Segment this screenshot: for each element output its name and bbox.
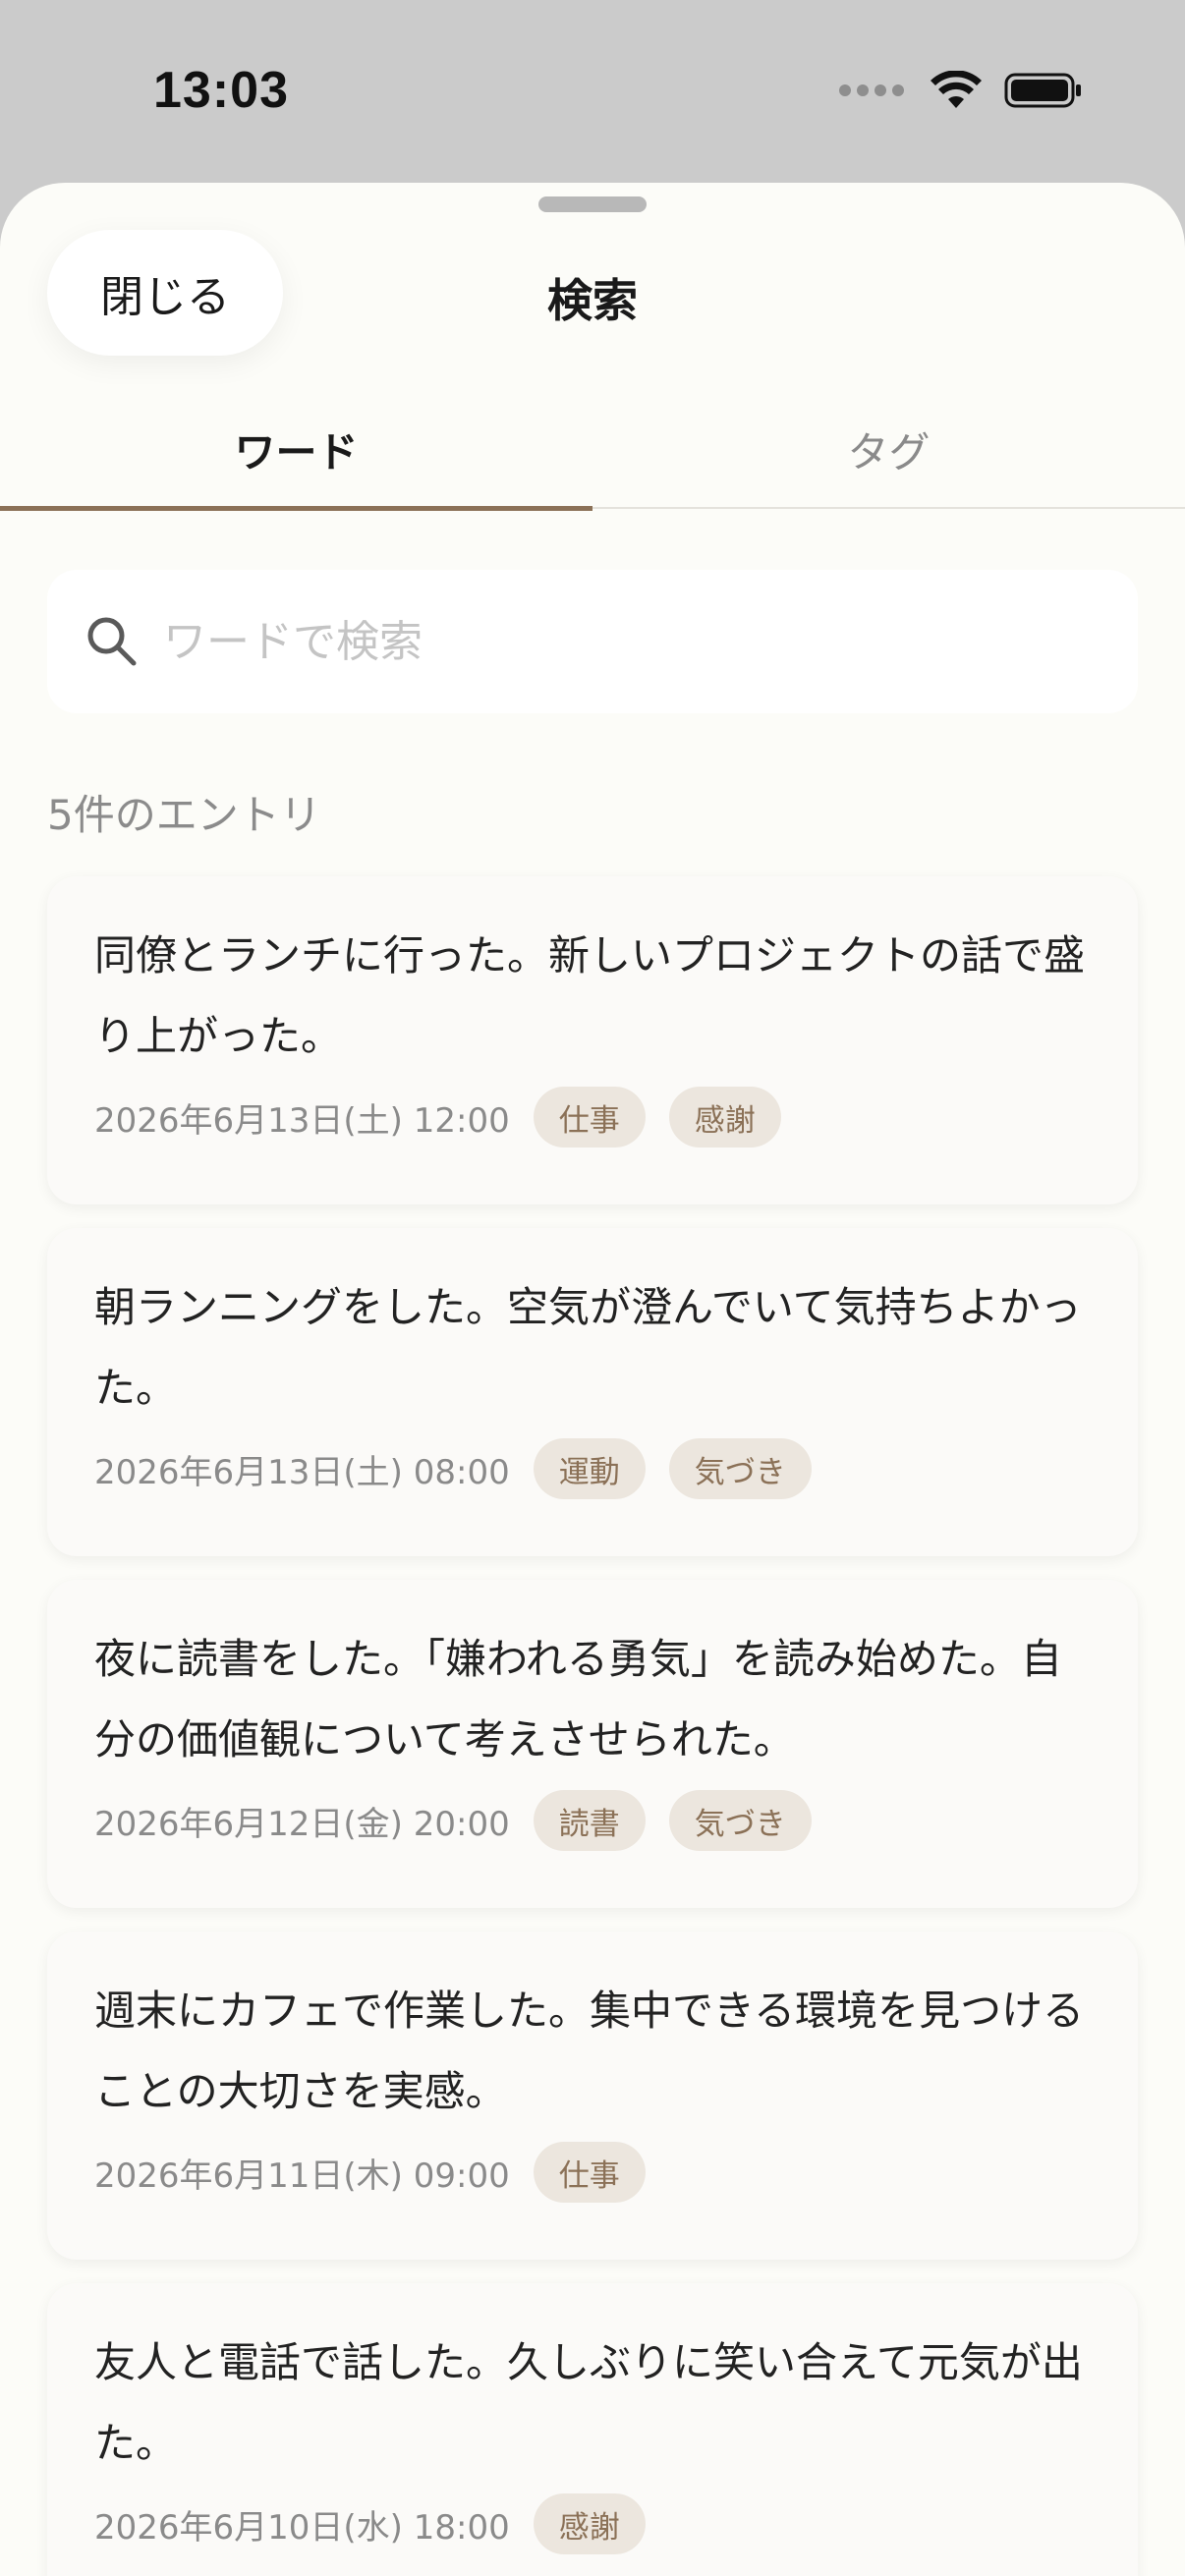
entry-meta: 2026年6月12日(金) 20:00 読書 気づき: [94, 1790, 1091, 1851]
search-input[interactable]: [163, 616, 1047, 667]
tab-word[interactable]: ワード: [0, 389, 592, 511]
entry-text: 週末にカフェで作業した。集中できる環境を見つけることの大切さを実感。: [94, 1987, 1085, 2115]
search-icon: [87, 617, 137, 666]
wifi-icon: [931, 71, 982, 108]
entry-tag: 読書: [533, 1790, 646, 1851]
entry-meta: 2026年6月11日(木) 09:00 仕事: [94, 2142, 1091, 2203]
result-count: 5件のエントリ: [47, 791, 321, 839]
entry-meta: 2026年6月10日(水) 18:00 感謝: [94, 2493, 1091, 2554]
entry-meta: 2026年6月13日(土) 12:00 仕事 感謝: [94, 1087, 1091, 1148]
entry-card[interactable]: 週末にカフェで作業した。集中できる環境を見つけることの大切さを実感。 2026年…: [47, 1932, 1138, 2260]
entry-tag: 感謝: [533, 2493, 646, 2554]
search-box[interactable]: [47, 570, 1138, 713]
entry-card[interactable]: 朝ランニングをした。空気が澄んでいて気持ちよかった。 2026年6月13日(土)…: [47, 1228, 1138, 1556]
search-sheet: 閉じる 検索 ワード タグ 5件のエントリ 同僚とランチに行った。新しいプロジェ…: [0, 183, 1185, 2576]
entry-date: 2026年6月10日(水) 18:00: [94, 2507, 510, 2548]
entry-tag: 気づき: [668, 1790, 812, 1851]
entry-text: 友人と電話で話した。久しぶりに笑い合えて元気が出た。: [94, 2338, 1083, 2467]
status-icons: [839, 71, 1083, 110]
entry-tag: 仕事: [533, 2142, 646, 2203]
entry-meta: 2026年6月13日(土) 08:00 運動 気づき: [94, 1438, 1091, 1499]
entry-card[interactable]: 同僚とランチに行った。新しいプロジェクトの話で盛り上がった。 2026年6月13…: [47, 876, 1138, 1204]
cellular-icon: [839, 84, 904, 96]
entry-text: 朝ランニングをした。空気が澄んでいて気持ちよかった。: [94, 1283, 1082, 1412]
entry-text: 同僚とランチに行った。新しいプロジェクトの話で盛り上がった。: [94, 931, 1086, 1060]
battery-icon: [1004, 73, 1081, 108]
entry-text: 夜に読書をした。「嫌われる勇気」を読み始めた。自分の価値観について考えさせられた…: [94, 1635, 1062, 1764]
tab-tag[interactable]: タグ: [592, 389, 1185, 509]
entry-tag: 運動: [533, 1438, 646, 1499]
entry-tag: 気づき: [668, 1438, 812, 1499]
entry-tag: 感謝: [668, 1087, 781, 1148]
sheet-grabber[interactable]: [538, 196, 647, 212]
entry-list: 同僚とランチに行った。新しいプロジェクトの話で盛り上がった。 2026年6月13…: [47, 876, 1138, 2576]
entry-date: 2026年6月11日(木) 09:00: [94, 2156, 510, 2196]
entry-card[interactable]: 夜に読書をした。「嫌われる勇気」を読み始めた。自分の価値観について考えさせられた…: [47, 1580, 1138, 1908]
entry-date: 2026年6月12日(金) 20:00: [94, 1804, 510, 1844]
entry-date: 2026年6月13日(土) 12:00: [94, 1100, 510, 1141]
entry-date: 2026年6月13日(土) 08:00: [94, 1452, 510, 1492]
status-time: 13:03: [153, 62, 289, 119]
entry-tag: 仕事: [533, 1087, 646, 1148]
tab-bar: ワード タグ: [0, 389, 1185, 511]
status-bar: 13:03: [0, 0, 1185, 187]
entry-card[interactable]: 友人と電話で話した。久しぶりに笑い合えて元気が出た。 2026年6月10日(水)…: [47, 2283, 1138, 2576]
sheet-title: 検索: [547, 274, 638, 327]
